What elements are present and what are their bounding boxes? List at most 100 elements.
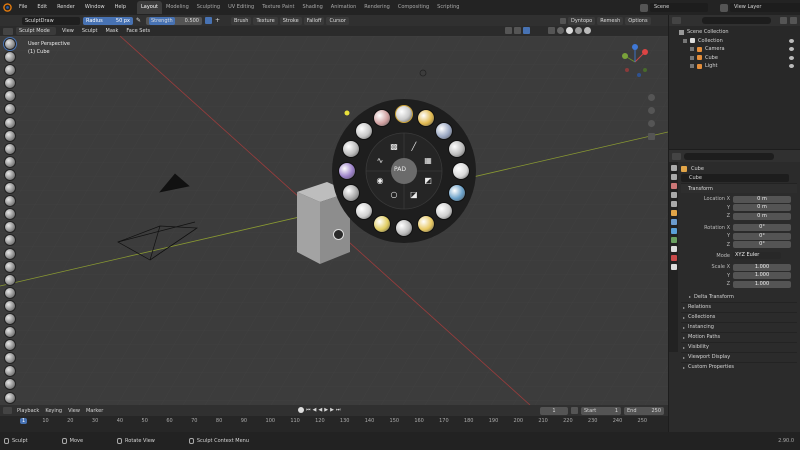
preview-range-icon[interactable] bbox=[571, 407, 578, 414]
panel-custom-properties[interactable]: ▸ Custom Properties bbox=[681, 361, 797, 372]
menu-edit[interactable]: Edit bbox=[32, 0, 52, 15]
strength-field[interactable]: Strength 0.500 bbox=[146, 16, 202, 25]
panel-collections[interactable]: ▸ Collections bbox=[681, 311, 797, 322]
wireframe-shading-icon[interactable] bbox=[557, 27, 564, 34]
value-field[interactable]: 1.000 bbox=[733, 280, 791, 288]
editor-type-icon[interactable] bbox=[3, 27, 13, 35]
filter-icon[interactable] bbox=[780, 17, 788, 24]
ortho-toggle-icon[interactable] bbox=[648, 133, 655, 140]
pie-option-icon[interactable]: ○ bbox=[389, 190, 399, 200]
xray-icon[interactable] bbox=[548, 27, 555, 34]
menu-render[interactable]: Render bbox=[52, 0, 80, 15]
end-frame-field[interactable]: End 250 bbox=[624, 406, 664, 415]
outliner-search-input[interactable] bbox=[701, 17, 772, 24]
sculpt-brush-icon[interactable] bbox=[4, 234, 16, 247]
menu-marker[interactable]: Marker bbox=[86, 408, 103, 414]
panel-visibility[interactable]: ▸ Visibility bbox=[681, 341, 797, 352]
pie-option-icon[interactable]: ▩ bbox=[389, 142, 399, 152]
sculpt-brush-icon[interactable] bbox=[3, 37, 17, 51]
menu-falloff[interactable]: Falloff bbox=[303, 16, 325, 25]
properties-tab-icon[interactable] bbox=[670, 165, 677, 171]
menu-texture[interactable]: Texture bbox=[253, 16, 278, 25]
solid-shading-icon[interactable] bbox=[566, 27, 573, 34]
rotation-mode-select[interactable]: XYZ Euler bbox=[733, 252, 781, 259]
sculpt-brush-icon[interactable] bbox=[4, 391, 16, 404]
zoom-icon[interactable] bbox=[648, 94, 655, 101]
visibility-checkbox-icon[interactable] bbox=[690, 55, 694, 60]
eye-icon[interactable] bbox=[789, 64, 794, 69]
value-field[interactable]: 0° bbox=[733, 224, 791, 232]
sculpt-brush-icon[interactable] bbox=[4, 260, 16, 273]
tab-animation[interactable]: Animation bbox=[327, 1, 361, 14]
tab-compositing[interactable]: Compositing bbox=[394, 1, 433, 14]
view-layer-selector[interactable]: View Layer bbox=[730, 3, 800, 12]
pie-brush-icon[interactable] bbox=[452, 162, 470, 180]
dyntopo-menu[interactable]: Dyntopo bbox=[568, 16, 596, 25]
pie-brush-icon[interactable] bbox=[373, 214, 392, 233]
scene-icon[interactable] bbox=[640, 3, 648, 12]
pie-brush-icon[interactable] bbox=[354, 202, 373, 221]
play-reverse-icon[interactable]: ◀ bbox=[318, 407, 322, 413]
properties-tab-icon[interactable] bbox=[670, 174, 677, 180]
pie-option-icon[interactable]: ╱ bbox=[409, 142, 419, 152]
menu-keying[interactable]: Keying bbox=[45, 408, 62, 414]
view-layer-icon[interactable] bbox=[720, 3, 728, 12]
tab-layout[interactable]: Layout bbox=[137, 1, 162, 14]
jump-start-icon[interactable]: ⏮ bbox=[306, 407, 311, 413]
properties-tab-icon[interactable] bbox=[670, 192, 677, 198]
properties-tab-icon[interactable] bbox=[670, 264, 677, 270]
dyntopo-checkbox[interactable] bbox=[560, 17, 566, 24]
pie-brush-icon[interactable] bbox=[447, 140, 466, 159]
menu-brush[interactable]: Brush bbox=[231, 16, 252, 25]
menu-view[interactable]: View bbox=[59, 26, 77, 36]
eye-icon[interactable] bbox=[789, 55, 794, 60]
pie-brush-icon[interactable] bbox=[354, 121, 373, 140]
sculpt-brush-icon[interactable] bbox=[4, 312, 16, 325]
properties-type-icon[interactable] bbox=[672, 152, 681, 160]
outliner-item-collection[interactable]: Collection bbox=[679, 37, 800, 46]
menu-face-sets[interactable]: Face Sets bbox=[123, 26, 153, 36]
value-field[interactable]: 1.000 bbox=[733, 263, 791, 271]
sculpt-brush-icon[interactable] bbox=[4, 155, 16, 168]
sculpt-brush-icon[interactable] bbox=[4, 168, 16, 181]
sculpt-brush-icon[interactable] bbox=[4, 299, 16, 312]
value-field[interactable]: 0 m bbox=[733, 204, 791, 212]
sculpt-brush-icon[interactable] bbox=[4, 90, 16, 103]
sculpt-brush-icon[interactable] bbox=[4, 103, 16, 116]
sculpt-brush-icon[interactable] bbox=[4, 378, 16, 391]
menu-sculpt[interactable]: Sculpt bbox=[79, 26, 101, 36]
pressure-radius-icon[interactable]: ✎ bbox=[136, 17, 143, 24]
mode-selector[interactable]: Sculpt Mode bbox=[16, 27, 56, 35]
value-field[interactable]: 0 m bbox=[733, 212, 791, 220]
menu-playback[interactable]: Playback bbox=[17, 408, 39, 414]
sculpt-brush-icon[interactable] bbox=[4, 64, 16, 77]
properties-tab-icon[interactable] bbox=[670, 228, 677, 234]
menu-cursor[interactable]: Cursor bbox=[326, 16, 349, 25]
properties-tab-icon[interactable] bbox=[670, 201, 677, 207]
sculpt-brush-icon[interactable] bbox=[4, 273, 16, 286]
gizmo-icon[interactable] bbox=[514, 27, 521, 34]
outliner-item-light[interactable]: Light bbox=[679, 62, 800, 71]
pie-brush-icon[interactable] bbox=[395, 219, 413, 237]
prev-key-icon[interactable]: ◀ bbox=[313, 407, 317, 413]
pie-brush-icon[interactable] bbox=[395, 105, 413, 123]
camera-view-icon[interactable] bbox=[648, 120, 655, 127]
sculpt-brush-icon[interactable] bbox=[4, 51, 16, 64]
outliner-type-icon[interactable] bbox=[672, 17, 681, 24]
remesh-menu[interactable]: Remesh bbox=[597, 16, 624, 25]
sculpt-brush-icon[interactable] bbox=[4, 339, 16, 352]
tab-scripting[interactable]: Scripting bbox=[433, 1, 463, 14]
menu-window[interactable]: Window bbox=[80, 0, 110, 15]
outliner-item-cube[interactable]: Cube bbox=[679, 54, 800, 63]
pie-brush-icon[interactable] bbox=[447, 183, 466, 202]
value-field[interactable]: 0° bbox=[733, 232, 791, 240]
menu-help[interactable]: Help bbox=[110, 0, 131, 15]
brush-selector[interactable]: SculptDraw bbox=[22, 16, 80, 25]
sculpt-brush-icon[interactable] bbox=[4, 195, 16, 208]
tab-sculpting[interactable]: Sculpting bbox=[193, 1, 224, 14]
properties-tab-icon[interactable] bbox=[670, 219, 677, 225]
value-field[interactable]: 1.000 bbox=[733, 272, 791, 280]
sculpt-brush-icon[interactable] bbox=[4, 208, 16, 221]
value-field[interactable]: 0° bbox=[733, 241, 791, 249]
tab-uv-editing[interactable]: UV Editing bbox=[224, 1, 258, 14]
